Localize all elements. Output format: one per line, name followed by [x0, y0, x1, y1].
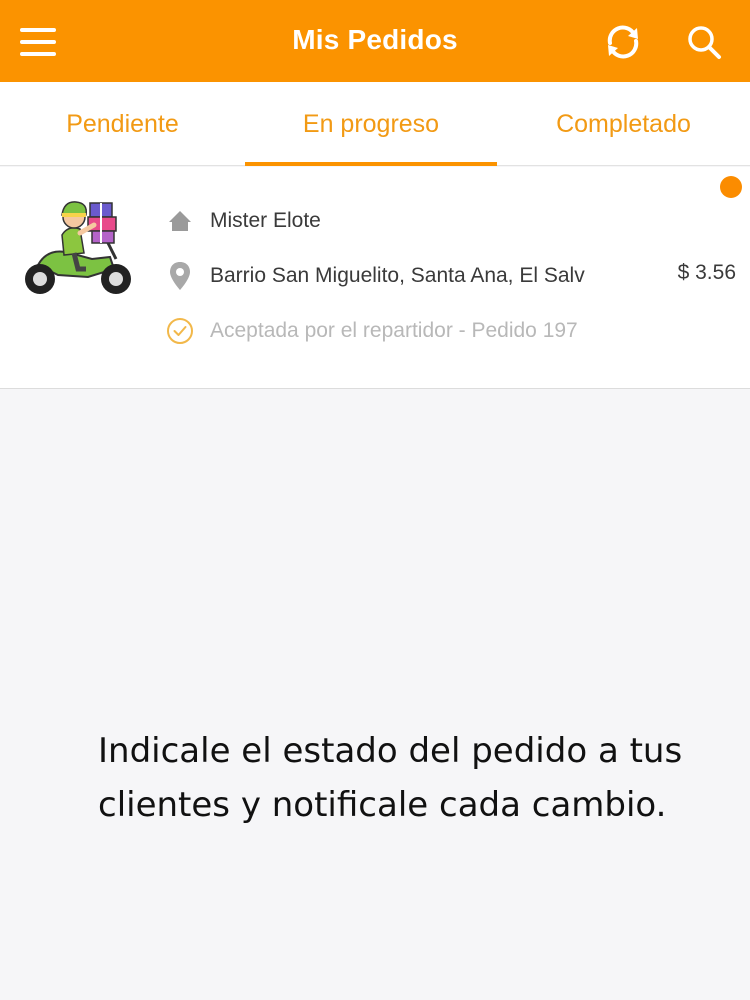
- tab-completado[interactable]: Completado: [497, 82, 750, 166]
- location-pin-icon: [166, 262, 194, 290]
- search-icon: [688, 26, 721, 59]
- order-status-tabs: Pendiente En progreso Completado: [0, 82, 750, 166]
- home-icon: [166, 207, 194, 235]
- delivery-address: Barrio San Miguelito, Santa Ana, El Salv: [210, 264, 585, 287]
- search-button[interactable]: [684, 22, 724, 62]
- promo-caption: Indicale el estado del pedido a tus clie…: [98, 731, 683, 825]
- restaurant-name: Mister Elote: [210, 209, 321, 232]
- restaurant-row: Mister Elote: [166, 207, 321, 235]
- refresh-icon: [607, 25, 639, 59]
- check-circle-icon: [166, 317, 194, 345]
- app-header: Mis Pedidos: [0, 0, 750, 82]
- address-row: Barrio San Miguelito, Santa Ana, El Salv: [166, 262, 585, 290]
- delivery-courier-image: [25, 201, 131, 294]
- order-list-item[interactable]: Mister Elote Barrio San Miguelito, Santa…: [0, 167, 750, 389]
- order-status: Aceptada por el repartidor - Pedido 197: [210, 319, 578, 342]
- tab-pendiente[interactable]: Pendiente: [0, 82, 245, 166]
- order-price: $ 3.56: [677, 261, 736, 284]
- refresh-button[interactable]: [601, 20, 645, 64]
- status-row: Aceptada por el repartidor - Pedido 197: [166, 317, 578, 345]
- active-tab-indicator: [245, 162, 497, 166]
- unread-indicator-dot: [720, 176, 742, 198]
- tab-en-progreso[interactable]: En progreso: [245, 82, 497, 166]
